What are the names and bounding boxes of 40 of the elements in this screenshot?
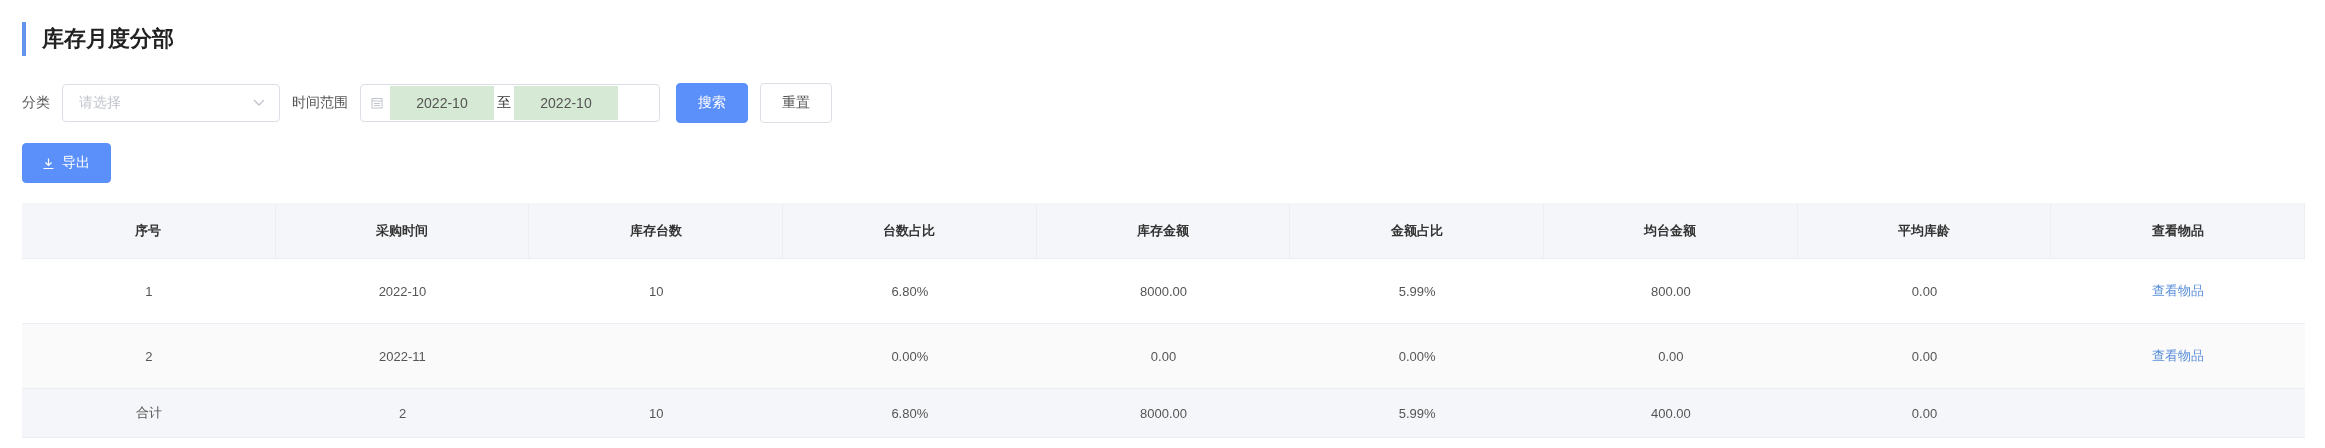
range-separator: 至 [496,94,512,112]
download-icon [43,157,54,169]
field-label: 时间范围 [292,94,348,112]
column-header: 库存金额 [1036,203,1291,259]
table-cell: 5.99% [1290,389,1544,438]
column-header: 金额占比 [1290,203,1544,259]
chevron-down-icon [253,99,265,107]
table-cell: 0.00 [1036,324,1291,389]
column-header: 台数占比 [783,203,1037,259]
table-cell: 0.00% [783,324,1037,389]
date-range-field[interactable]: 2022-10 至 2022-10 [360,84,660,122]
start-date[interactable]: 2022-10 [390,86,494,120]
category-select[interactable]: 请选择 [62,84,280,122]
table-cell: 0.00 [1797,389,2052,438]
column-header: 库存台数 [529,203,783,259]
table-cell: 0.00% [1290,324,1544,389]
column-header: 平均库龄 [1797,203,2052,259]
table-cell: 2 [275,389,530,438]
view-items-link[interactable]: 查看物品 [2152,282,2205,300]
column-header: 序号 [22,203,276,259]
calendar-icon [371,97,383,109]
table-cell: 0.00 [1797,324,2052,389]
table-cell: 400.00 [1544,389,1798,438]
field-label: 分类 [22,94,50,112]
column-header: 均台金额 [1544,203,1798,259]
page-title: 库存月度分部 [22,22,174,56]
table-cell: 合计 [22,389,276,438]
view-items-link[interactable]: 查看物品 [2152,347,2205,365]
column-header: 采购时间 [275,203,530,259]
table-cell: 2022-11 [275,324,530,389]
search-button[interactable]: 搜索 [676,83,748,123]
table-cell: 10 [529,389,783,438]
end-date[interactable]: 2022-10 [514,86,618,120]
export-button[interactable]: 导出 [22,143,111,183]
table-cell: 2 [22,324,276,389]
table-cell: 8000.00 [1036,389,1291,438]
column-header: 查看物品 [2051,203,2305,259]
table-cell: 0.00 [1544,324,1798,389]
reset-button[interactable]: 重置 [760,83,832,123]
table-cell: 6.80% [783,389,1037,438]
